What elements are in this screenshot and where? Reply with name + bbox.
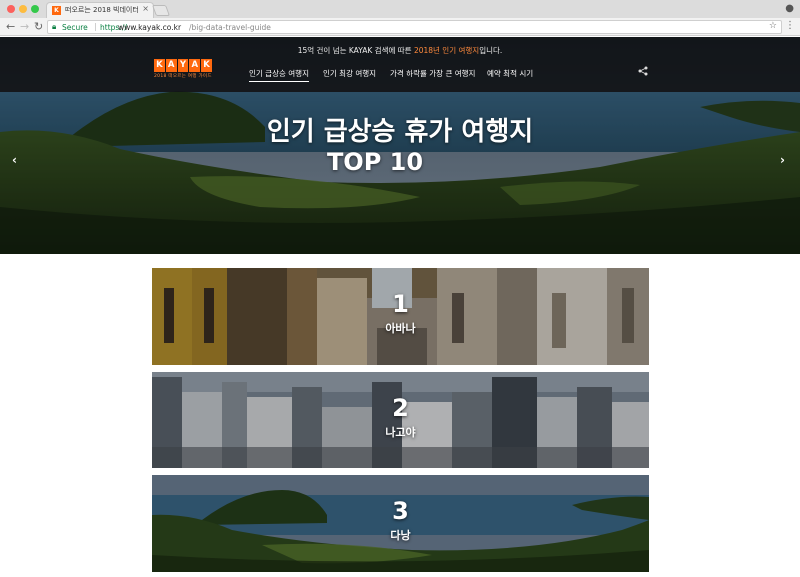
browser-tabstrip: K 떠오르는 2018 빅데이터 여행 가이드 × ● <box>0 0 800 18</box>
url-host: www.kayak.co.kr <box>118 23 182 32</box>
browser-toolbar: ← → ↻ 🔒︎ Secure | https:// www.kayak.co.… <box>0 18 800 36</box>
logo-letter: A <box>189 59 201 72</box>
url-separator: | <box>94 22 97 31</box>
carousel-prev-icon[interactable]: ‹ <box>12 153 17 167</box>
logo-subtitle: 2018 떠오르는 여행 가이드 <box>154 74 212 79</box>
reload-icon[interactable]: ↻ <box>34 20 43 33</box>
bookmark-star-icon[interactable]: ☆ <box>769 21 777 31</box>
site-header: 15억 건이 넘는 KAYAK 검색에 따른 2018년 인기 여행지입니다. … <box>0 37 800 92</box>
tab-title: 떠오르는 2018 빅데이터 여행 가이드 <box>65 6 141 14</box>
kayak-favicon-icon: K <box>52 6 61 15</box>
secure-label: Secure <box>62 23 88 32</box>
destination-card-1[interactable]: 1 아바나 <box>152 268 649 365</box>
address-bar[interactable]: 🔒︎ Secure | https:// www.kayak.co.kr /bi… <box>47 20 782 34</box>
nav-trending-destinations[interactable]: 인기 급상승 여행지 <box>249 68 309 82</box>
destination-card-2[interactable]: 2 나고야 <box>152 372 649 468</box>
promo-suffix: 입니다. <box>479 46 503 55</box>
browser-tab-active[interactable]: K 떠오르는 2018 빅데이터 여행 가이드 × <box>46 2 154 18</box>
nav-biggest-price-drop[interactable]: 가격 하락률 가장 큰 여행지 <box>390 68 475 79</box>
hero-banner: 15억 건이 넘는 KAYAK 검색에 따른 2018년 인기 여행지입니다. … <box>0 37 800 254</box>
back-arrow-icon[interactable]: ← <box>6 20 15 33</box>
destination-city: 나고야 <box>385 426 416 439</box>
new-tab-button[interactable] <box>151 5 171 16</box>
nav-top-destinations[interactable]: 인기 최강 여행지 <box>323 68 376 79</box>
logo-letter: A <box>165 59 177 72</box>
carousel-next-icon[interactable]: › <box>780 153 785 167</box>
url-path: /big-data-travel-guide <box>189 23 271 32</box>
close-tab-icon[interactable]: × <box>142 4 149 13</box>
browser-menu-icon[interactable]: ⋮ <box>785 20 795 31</box>
promo-highlight[interactable]: 2018년 인기 여행지 <box>414 46 479 55</box>
promo-text: 15억 건이 넘는 KAYAK 검색에 따른 2018년 인기 여행지입니다. <box>0 45 800 56</box>
logo-letter: Y <box>177 59 189 72</box>
nav-best-booking-time[interactable]: 예약 최적 시기 <box>487 68 533 79</box>
destination-rank: 3 <box>392 497 409 525</box>
hero-title-line1: 인기 급상승 휴가 여행지 <box>266 117 534 147</box>
promo-prefix: 15억 건이 넘는 KAYAK 검색에 따른 <box>297 46 414 55</box>
forward-arrow-icon[interactable]: → <box>20 20 29 33</box>
destination-rank: 1 <box>392 290 409 318</box>
destination-city: 다낭 <box>390 529 411 542</box>
profile-icon[interactable]: ● <box>785 3 794 14</box>
lock-icon: 🔒︎ <box>52 22 57 31</box>
maximize-window-button[interactable] <box>31 5 39 13</box>
logo-letters: K A Y A K <box>154 59 212 72</box>
hero-title: 인기 급상승 휴가 여행지 TOP 10 <box>0 117 800 177</box>
close-window-button[interactable] <box>7 5 15 13</box>
destination-card-3[interactable]: 3 다낭 <box>152 475 649 572</box>
hero-title-line2: TOP 10 <box>326 148 424 176</box>
logo-letter: K <box>201 59 212 72</box>
share-icon[interactable] <box>638 66 648 76</box>
minimize-window-button[interactable] <box>19 5 27 13</box>
destination-city: 아바나 <box>385 322 416 335</box>
logo-letter: K <box>154 59 165 72</box>
destination-rank: 2 <box>392 394 409 422</box>
kayak-logo[interactable]: K A Y A K 2018 떠오르는 여행 가이드 <box>154 59 212 79</box>
